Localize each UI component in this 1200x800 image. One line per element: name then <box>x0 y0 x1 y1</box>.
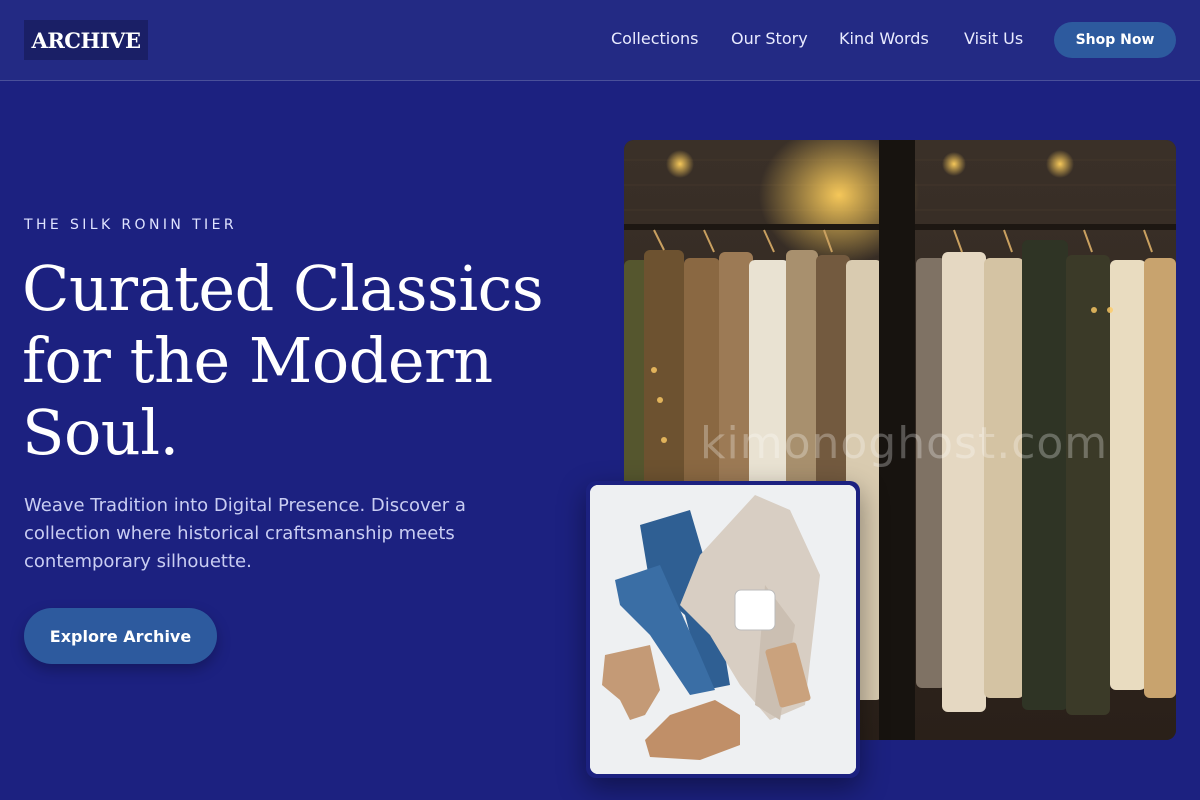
site-header: ARCHIVE Collections Our Story Kind Words… <box>0 0 1200 81</box>
hero-description: Weave Tradition into Digital Presence. D… <box>24 495 466 572</box>
headline-line-1: Curated Classics <box>22 252 544 325</box>
logo[interactable]: ARCHIVE <box>24 20 148 60</box>
headline-line-2: for the Modern <box>22 324 493 397</box>
nav-collections[interactable]: Collections <box>611 29 731 48</box>
nav-visit-us[interactable]: Visit Us <box>964 29 1034 48</box>
nav-kind-words[interactable]: Kind Words <box>839 29 964 48</box>
shop-now-button[interactable]: Shop Now <box>1054 22 1176 58</box>
flatlay-outfit-photo-icon <box>590 485 856 774</box>
hero-headline: Curated Classics for the Modern Soul. <box>22 253 602 469</box>
flatlay-image-card <box>586 481 860 778</box>
explore-archive-button[interactable]: Explore Archive <box>24 608 217 664</box>
nav-our-story[interactable]: Our Story <box>731 29 839 48</box>
image-watermark: kimonoghost.com <box>700 418 1109 469</box>
main-nav: Collections Our Story Kind Words Visit U… <box>611 29 1034 48</box>
headline-line-3: Soul. <box>22 396 179 469</box>
hero-eyebrow: THE SILK RONIN TIER <box>24 217 237 233</box>
